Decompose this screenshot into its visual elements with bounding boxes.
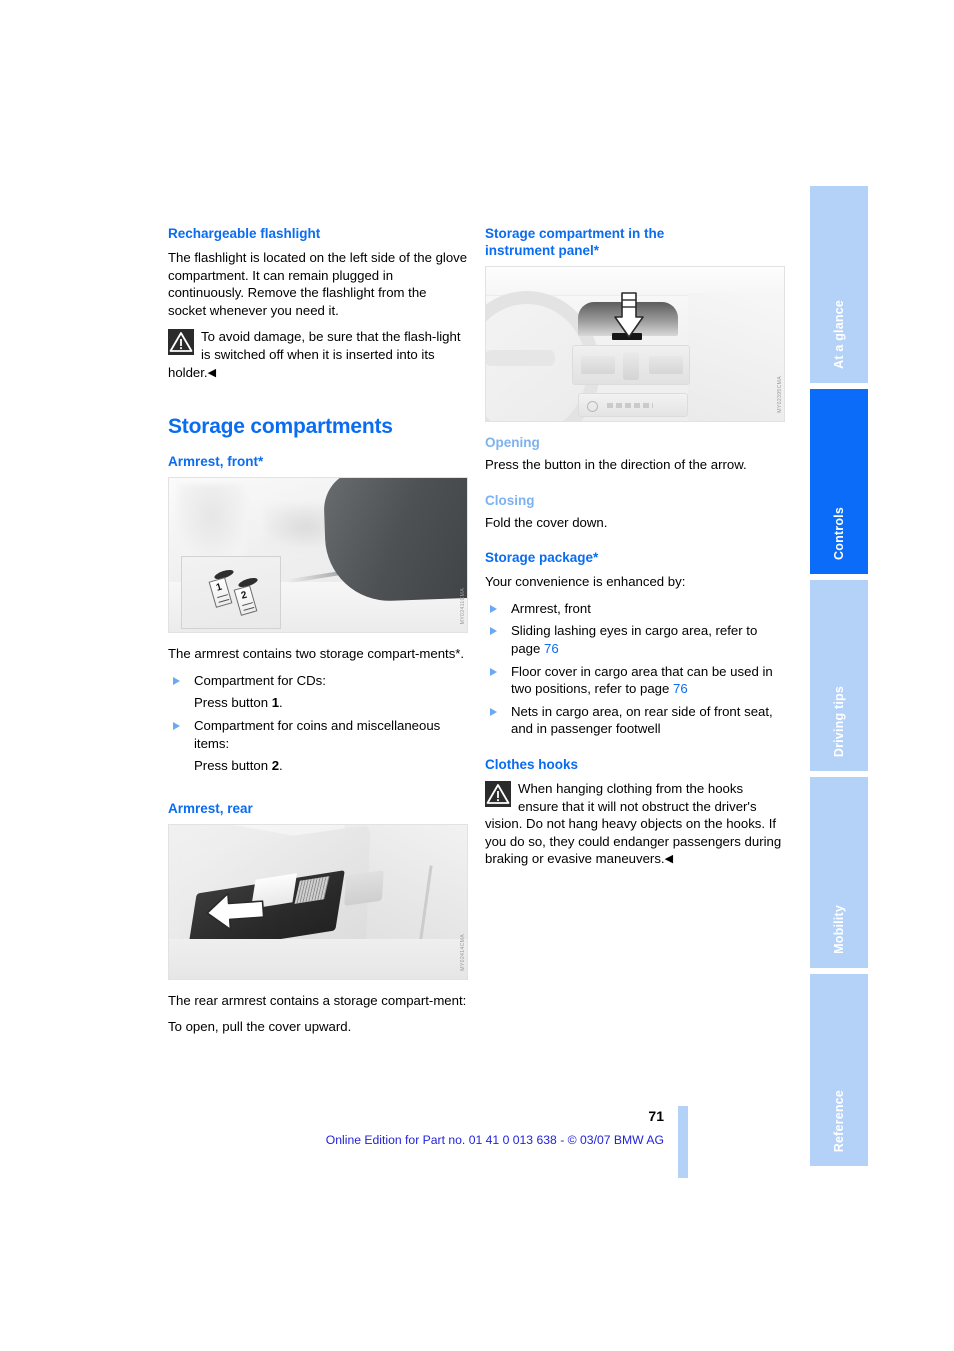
tab-mobility[interactable]: Mobility [810, 777, 868, 971]
heading-armrest-rear: Armrest, rear [168, 800, 253, 816]
figure-armrest-front: 1 2 MY02411CMA [168, 477, 468, 634]
figure-reference-code: MY02411CMA [460, 587, 466, 625]
left-column: Rechargeable flashlight The flashlight i… [168, 225, 468, 1045]
list-item: Floor cover in cargo area that can be us… [485, 663, 785, 698]
footer-edition-note: Online Edition for Part no. 01 41 0 013 … [325, 1133, 664, 1147]
bullet-triangle-icon [490, 707, 497, 716]
tab-label: At a glance [832, 300, 846, 369]
list-item-action: Press button 1. [194, 695, 283, 711]
list-item-text: Armrest, front [511, 600, 591, 616]
armrest-front-list: Compartment for CDs: Press button 1. Com… [168, 672, 468, 775]
list-item: Compartment for coins and miscellaneous … [168, 717, 468, 775]
warning-triangle-icon [485, 780, 511, 807]
air-vent-shape [581, 356, 615, 374]
figure-instrument-panel: MY02395CMA [485, 266, 785, 422]
list-item-text: Nets in cargo area, on rear side of fron… [511, 703, 773, 737]
heading-rechargeable-flashlight: Rechargeable flashlight [168, 226, 321, 241]
opening-body: Press the button in the direction of the… [485, 457, 747, 472]
section-tab-rail: At a glance Controls Driving tips Mobili… [810, 186, 868, 1166]
figure-background-shape [177, 484, 247, 567]
page-reference-link[interactable]: 76 [673, 681, 688, 696]
armrest-rear-body-2: To open, pull the cover upward. [168, 1019, 352, 1035]
figure-reference-code: MY02395CMA [777, 376, 783, 413]
flashlight-warning-text: To avoid damage, be sure that the flash-… [168, 329, 461, 380]
flashlight-warning-block: To avoid damage, be sure that the flash-… [168, 328, 468, 382]
tab-label: Mobility [832, 905, 846, 954]
clothes-hooks-warning-text: When hanging clothing from the hooks ens… [485, 780, 782, 867]
callout-marker-2: 2 [233, 585, 258, 616]
page-number: 71 [648, 1108, 664, 1124]
list-item-label: Compartment for coins and miscellaneous … [194, 717, 441, 751]
page-title: Storage compartments [168, 415, 393, 439]
closing-body: Fold the cover down. [485, 514, 608, 530]
clothes-hooks-warning-block: When hanging clothing from the hooks ens… [485, 780, 785, 869]
tab-at-a-glance[interactable]: At a glance [810, 186, 868, 386]
list-item: Sliding lashing eyes in cargo area, refe… [485, 622, 785, 657]
list-item: Compartment for CDs: Press button 1. [168, 672, 468, 712]
figure-reference-code: MY02414CMA [460, 933, 466, 971]
tab-label: Driving tips [832, 685, 846, 757]
list-item: Nets in cargo area, on rear side of fron… [485, 703, 785, 738]
manual-page: Rechargeable flashlight The flashlight i… [0, 0, 954, 1351]
tab-label: Reference [832, 1089, 846, 1152]
armrest-rear-body-1: The rear armrest contains a storage comp… [168, 992, 467, 1008]
tab-reference[interactable]: Reference [810, 974, 868, 1166]
tab-controls[interactable]: Controls [810, 389, 868, 577]
center-console-shape [572, 345, 690, 385]
bullet-triangle-icon [490, 667, 497, 676]
storage-package-list: Armrest, front Sliding lashing eyes in c… [485, 600, 785, 738]
heading-armrest-front: Armrest, front* [168, 454, 264, 470]
heading-opening: Opening [485, 435, 540, 450]
figure-inset-detail: 1 2 [181, 556, 281, 630]
list-item-action: Press button 2. [194, 758, 283, 774]
heading-storage-package: Storage package* [485, 550, 599, 566]
flashlight-body: The flashlight is located on the left si… [168, 250, 468, 318]
bullet-triangle-icon [173, 721, 180, 730]
warning-end-marker: ◀ [664, 853, 674, 866]
right-column: Storage compartment in the instrument pa… [485, 225, 785, 869]
armrest-recess-shape [344, 869, 384, 906]
list-item: Armrest, front [485, 600, 785, 618]
bullet-triangle-icon [173, 676, 180, 685]
page-reference-link[interactable]: 76 [544, 641, 559, 656]
warning-triangle-icon [168, 329, 194, 356]
heading-closing: Closing [485, 492, 535, 508]
figure-background-shape [688, 293, 784, 421]
radio-panel-shape [578, 393, 688, 417]
heading-clothes-hooks: Clothes hooks [485, 756, 579, 772]
direction-arrow-icon [204, 885, 269, 933]
air-vent-shape [623, 352, 639, 380]
button-number: 2 [271, 758, 280, 774]
heading-line-1: Storage compartment in the [485, 226, 665, 241]
footer-accent-bar [678, 1106, 688, 1178]
bullet-triangle-icon [490, 627, 497, 636]
armrest-front-intro: The armrest contains two storage compart… [168, 646, 465, 662]
storage-package-intro: Your convenience is enhanced by: [485, 574, 686, 590]
air-vent-shape [649, 356, 683, 374]
callout-marker-1: 1 [208, 577, 233, 608]
list-item-label: Compartment for CDs: [194, 672, 326, 688]
figure-armrest-rear: MY02414CMA [168, 823, 468, 980]
button-number: 1 [271, 695, 280, 711]
tab-label: Controls [832, 507, 846, 560]
heading-line-2: instrument panel* [485, 243, 600, 258]
bullet-triangle-icon [490, 604, 497, 613]
direction-arrow-icon [614, 291, 644, 339]
heading-instrument-panel-storage: Storage compartment in the instrument pa… [485, 225, 785, 259]
warning-end-marker: ◀ [207, 366, 217, 379]
list-item-text: Floor cover in cargo area that can be us… [511, 663, 773, 697]
tab-driving-tips[interactable]: Driving tips [810, 580, 868, 774]
figure-background-shape [169, 938, 467, 979]
